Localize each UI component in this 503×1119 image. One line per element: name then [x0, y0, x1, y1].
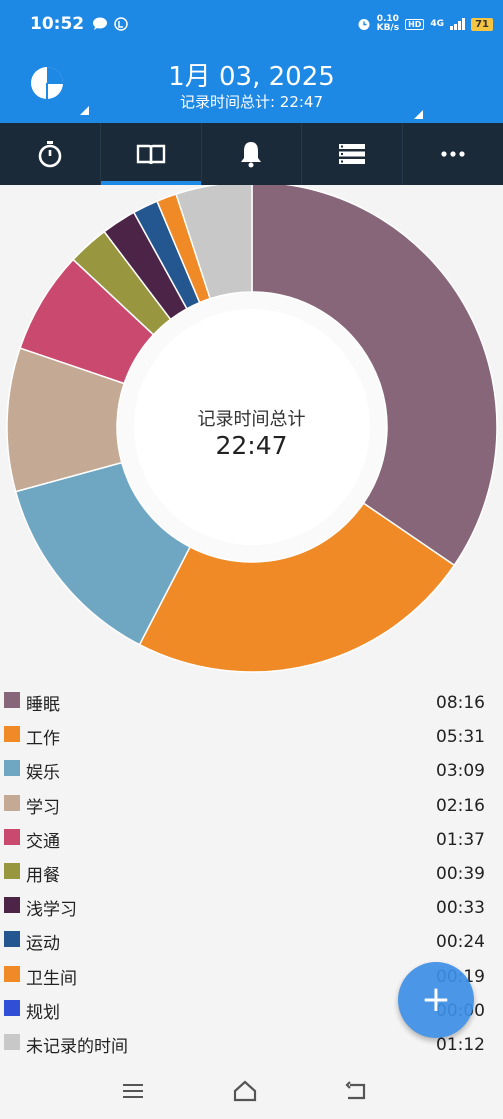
home-icon: [233, 1080, 257, 1102]
legend-category-time: 00:24: [436, 932, 485, 953]
date-dropdown-mark: [414, 110, 423, 119]
status-right-icons: 0.10 KB/s HD 4G 71: [357, 15, 493, 33]
legend-item[interactable]: 学习 02:16: [0, 787, 503, 821]
legend-category-name: 浅学习: [26, 900, 77, 921]
chart-center-label: 记录时间总计: [197, 409, 306, 430]
legend-color-swatch: [4, 760, 20, 777]
legend-color-swatch: [4, 726, 20, 743]
network-type: 4G: [430, 19, 445, 29]
legend-color-swatch: [4, 862, 20, 879]
legend-color-swatch: [4, 692, 20, 708]
tab-more[interactable]: [403, 123, 503, 185]
nav-back-button[interactable]: [342, 1076, 372, 1106]
legend-category-time: 05:31: [436, 727, 485, 748]
legend-category-time: 03:09: [436, 761, 485, 782]
legend-item[interactable]: 娱乐 03:09: [0, 752, 503, 786]
legend-color-swatch: [4, 794, 20, 811]
legend-category-name: 用餐: [26, 865, 60, 886]
legend-color-swatch: [4, 897, 20, 914]
legend-item[interactable]: 用餐 00:39: [0, 855, 503, 889]
system-nav-bar: [0, 1062, 503, 1119]
tab-journal[interactable]: [100, 123, 202, 185]
more-icon: [441, 151, 465, 157]
stopwatch-icon: [38, 141, 62, 168]
legend-category-name: 规划: [26, 1002, 60, 1023]
date-title[interactable]: 1月 03, 2025: [0, 56, 503, 93]
legend-category-time: 01:37: [436, 829, 485, 850]
legend-category-time: 00:39: [436, 863, 485, 884]
donut-chart: 记录时间总计 22:47: [0, 185, 503, 680]
total-time-subtitle: 记录时间总计: 22:47: [179, 93, 324, 111]
legend-category-name: 工作: [26, 729, 60, 750]
legend-item[interactable]: 浅学习 00:33: [0, 889, 503, 923]
status-notification-icons: [92, 17, 128, 31]
legend-color-swatch: [4, 828, 20, 845]
legend-category-time: 08:16: [436, 693, 485, 713]
legend-color-swatch: [4, 965, 20, 982]
status-bar: 10:52 0.10 KB/s HD 4G 71: [0, 0, 503, 48]
net-speed-unit: KB/s: [376, 23, 400, 33]
app-header: 1月 03, 2025 记录时间总计: 22:47: [0, 48, 503, 123]
book-icon: [136, 144, 165, 165]
list-icon: [339, 144, 366, 164]
nav-home-button[interactable]: [230, 1076, 260, 1106]
tab-timer[interactable]: [0, 123, 101, 185]
app-notification-icon: [114, 17, 128, 31]
bell-icon: [241, 142, 262, 168]
legend-category-name: 交通: [26, 831, 60, 852]
legend-item[interactable]: 运动 00:24: [0, 923, 503, 957]
legend-color-swatch: [4, 931, 20, 948]
add-entry-button[interactable]: +: [398, 962, 474, 1038]
logo-dropdown-mark: [80, 106, 89, 115]
legend-category-time: 00:33: [436, 898, 485, 919]
legend-category-name: 娱乐: [26, 763, 60, 784]
legend-category-time: 02:16: [436, 795, 485, 816]
hd-badge: HD: [405, 18, 425, 30]
legend-category-name: 睡眠: [26, 695, 60, 715]
battery-level: 71: [471, 17, 493, 31]
net-speed: 0.10 KB/s: [377, 15, 399, 33]
legend-item[interactable]: 睡眠 08:16: [0, 684, 503, 718]
legend-color-swatch: [4, 999, 20, 1016]
back-icon: [345, 1081, 366, 1100]
legend-category-name: 运动: [26, 934, 60, 955]
legend-category-name: 卫生间: [26, 968, 77, 989]
tab-reminders[interactable]: [202, 123, 303, 185]
chart-center-value: 22:47: [215, 431, 288, 460]
chat-bubble-icon: [93, 17, 108, 30]
status-time: 10:52: [30, 14, 85, 34]
menu-icon: [123, 1084, 143, 1098]
legend-item[interactable]: 工作 05:31: [0, 718, 503, 752]
alarm-icon: [358, 19, 370, 30]
legend-item[interactable]: 交通 01:37: [0, 821, 503, 855]
nav-menu-button[interactable]: [118, 1076, 148, 1106]
tab-bar: [0, 123, 503, 185]
legend-color-swatch: [4, 1033, 20, 1050]
legend-category-name: 学习: [26, 797, 60, 818]
signal-icon: [450, 18, 466, 30]
legend-category-time: 01:12: [436, 1034, 485, 1055]
plus-icon: +: [420, 979, 452, 1020]
tab-list[interactable]: [302, 123, 404, 185]
legend-category-name: 未记录的时间: [26, 1036, 128, 1057]
